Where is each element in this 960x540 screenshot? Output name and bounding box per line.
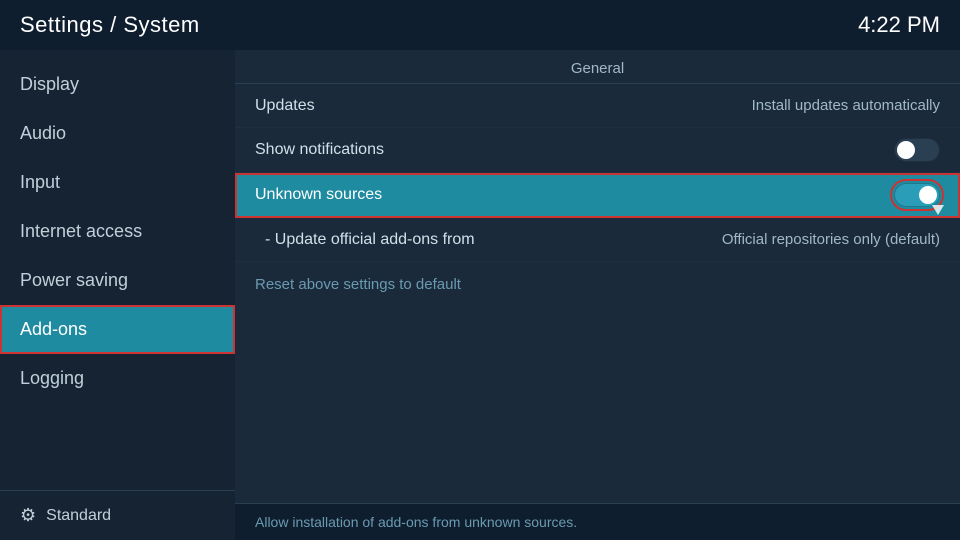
sidebar-item-add-ons[interactable]: Add-ons <box>0 305 235 354</box>
page-title: Settings / System <box>20 12 200 38</box>
section-title: General <box>235 50 960 84</box>
settings-list: Updates Install updates automatically Sh… <box>235 84 960 503</box>
setting-label-unknown-sources: Unknown sources <box>255 186 382 204</box>
sidebar-item-logging[interactable]: Logging <box>0 354 235 403</box>
sidebar-footer-label: Standard <box>46 507 111 525</box>
reset-label[interactable]: Reset above settings to default <box>255 276 461 293</box>
clock: 4:22 PM <box>858 12 940 38</box>
sidebar-label-add-ons: Add-ons <box>20 319 87 339</box>
setting-row-update-official-addons[interactable]: - Update official add-ons from Official … <box>235 218 960 262</box>
footer-description: Allow installation of add-ons from unkno… <box>255 514 577 530</box>
toggle-wrapper-unknown-sources <box>894 183 940 207</box>
content-area: General Updates Install updates automati… <box>235 50 960 540</box>
sidebar-label-input: Input <box>20 172 60 192</box>
sidebar-label-audio: Audio <box>20 123 66 143</box>
main-layout: Display Audio Input Internet access Powe… <box>0 50 960 540</box>
header: Settings / System 4:22 PM <box>0 0 960 50</box>
setting-label-update-official-addons: - Update official add-ons from <box>265 231 475 249</box>
setting-value-update-official-addons: Official repositories only (default) <box>722 231 940 248</box>
bottom-bar: Allow installation of add-ons from unkno… <box>235 503 960 540</box>
setting-row-unknown-sources[interactable]: Unknown sources <box>235 173 960 218</box>
sidebar-item-display[interactable]: Display <box>0 60 235 109</box>
setting-row-updates[interactable]: Updates Install updates automatically <box>235 84 960 128</box>
sidebar-item-power-saving[interactable]: Power saving <box>0 256 235 305</box>
setting-label-show-notifications: Show notifications <box>255 141 384 159</box>
setting-label-updates: Updates <box>255 97 315 115</box>
setting-value-updates: Install updates automatically <box>752 97 940 114</box>
toggle-knob-show-notifications <box>897 141 915 159</box>
sidebar-label-internet-access: Internet access <box>20 221 142 241</box>
sidebar-item-input[interactable]: Input <box>0 158 235 207</box>
toggle-show-notifications[interactable] <box>894 138 940 162</box>
gear-icon: ⚙ <box>20 505 36 526</box>
sidebar: Display Audio Input Internet access Powe… <box>0 50 235 540</box>
toggle-wrapper-show-notifications <box>894 138 940 162</box>
toggle-unknown-sources[interactable] <box>894 183 940 207</box>
toggle-knob-unknown-sources <box>919 186 937 204</box>
sidebar-item-internet-access[interactable]: Internet access <box>0 207 235 256</box>
setting-row-reset[interactable]: Reset above settings to default <box>235 262 960 306</box>
sidebar-label-display: Display <box>20 74 79 94</box>
sidebar-label-logging: Logging <box>20 368 84 388</box>
sidebar-footer[interactable]: ⚙ Standard <box>0 490 235 540</box>
sidebar-item-audio[interactable]: Audio <box>0 109 235 158</box>
sidebar-label-power-saving: Power saving <box>20 270 128 290</box>
setting-row-show-notifications[interactable]: Show notifications <box>235 128 960 173</box>
